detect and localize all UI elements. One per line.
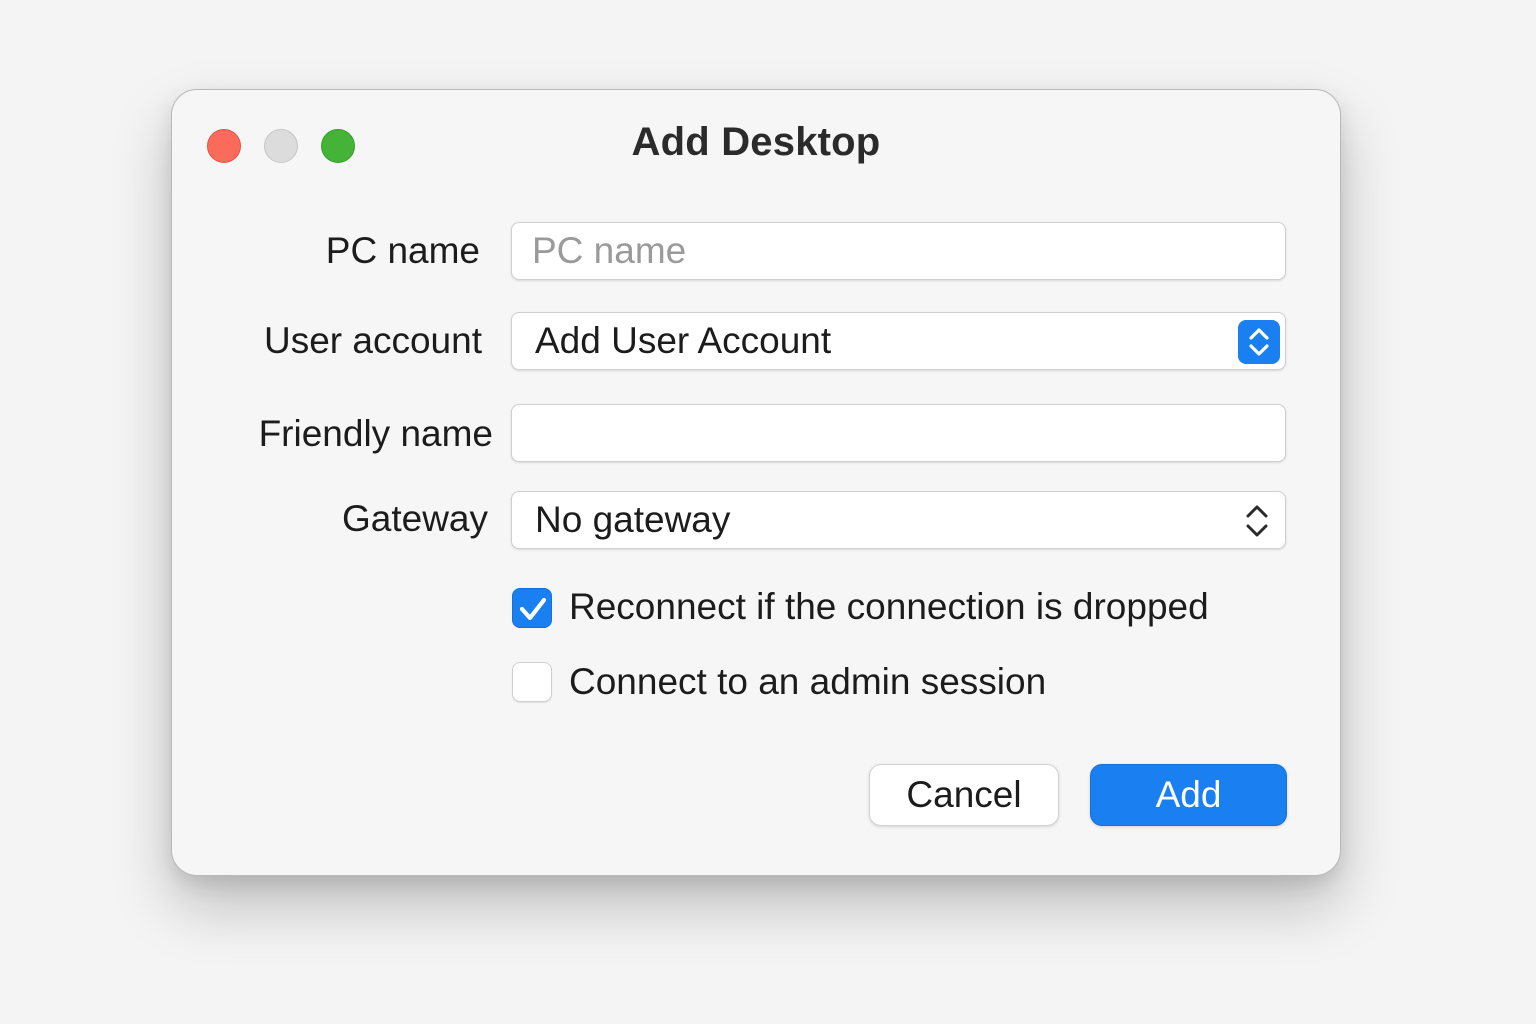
pc-name-field-container bbox=[511, 222, 1286, 280]
chevron-up-down-icon[interactable] bbox=[1238, 320, 1280, 364]
friendly-name-field-container bbox=[511, 404, 1286, 462]
admin-session-label[interactable]: Connect to an admin session bbox=[569, 661, 1046, 703]
gateway-value: No gateway bbox=[535, 499, 731, 540]
friendly-name-input[interactable] bbox=[512, 405, 1285, 461]
pc-name-input[interactable] bbox=[512, 223, 1285, 279]
gateway-select[interactable]: No gateway bbox=[511, 491, 1286, 549]
chevron-up-down-icon[interactable] bbox=[1243, 501, 1271, 541]
add-desktop-dialog: Add Desktop PC name User account Add Use… bbox=[171, 89, 1341, 876]
reconnect-label[interactable]: Reconnect if the connection is dropped bbox=[569, 586, 1209, 628]
cancel-button[interactable]: Cancel bbox=[869, 764, 1059, 826]
reconnect-checkbox[interactable] bbox=[512, 588, 552, 628]
dialog-title: Add Desktop bbox=[631, 120, 881, 164]
gateway-label: Gateway bbox=[341, 498, 488, 539]
pc-name-label: PC name bbox=[325, 230, 480, 271]
admin-session-checkbox[interactable] bbox=[512, 662, 552, 702]
checkmark-icon bbox=[519, 597, 547, 621]
add-button[interactable]: Add bbox=[1090, 764, 1287, 826]
user-account-value: Add User Account bbox=[535, 320, 832, 361]
user-account-label: User account bbox=[264, 320, 482, 361]
friendly-name-label: Friendly name bbox=[258, 413, 493, 454]
user-account-select[interactable]: Add User Account bbox=[511, 312, 1286, 370]
